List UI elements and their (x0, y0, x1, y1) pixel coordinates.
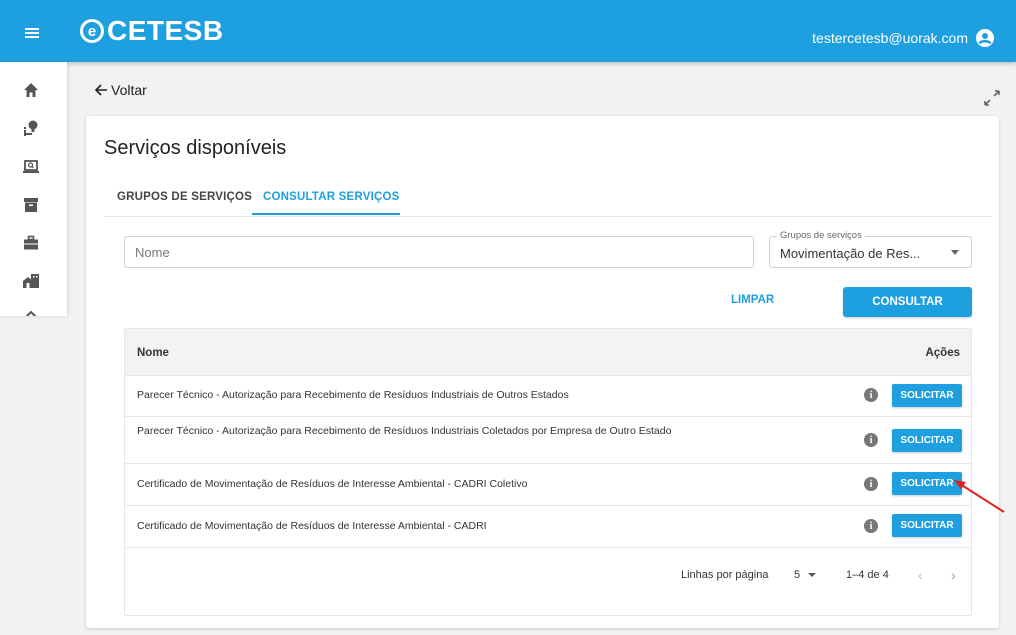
table-row: Parecer Técnico - Autorização para Receb… (125, 375, 971, 417)
groups-select[interactable]: Grupos de serviços Movimentação de Res..… (769, 230, 972, 268)
service-name: Parecer Técnico - Autorização para Receb… (137, 389, 569, 401)
tab-grupos-de-servicos[interactable]: GRUPOS DE SERVIÇOS (117, 191, 252, 203)
archive-icon[interactable] (22, 196, 40, 214)
rows-per-page-label: Linhas por página (681, 569, 769, 581)
page-title: Serviços disponíveis (104, 137, 287, 159)
back-link[interactable]: Voltar (95, 82, 147, 98)
building-icon[interactable] (22, 272, 40, 290)
column-header-actions: Ações (925, 347, 960, 359)
previous-page-icon[interactable]: ‹ (918, 567, 923, 583)
sidebar (0, 62, 67, 316)
groups-select-label: Grupos de serviços (777, 230, 865, 241)
next-page-icon[interactable]: › (951, 567, 956, 583)
pagination-range: 1–4 de 4 (846, 569, 889, 581)
column-header-name: Nome (137, 347, 169, 359)
red-arrow-annotation (954, 480, 1005, 513)
clear-button[interactable]: LIMPAR (731, 294, 774, 306)
services-table: Nome Ações Parecer Técnico - Autorização… (124, 328, 972, 616)
info-icon[interactable]: i (864, 519, 878, 533)
cetesb-logo[interactable]: e CETESB (80, 14, 224, 48)
more-menu-icon[interactable] (22, 307, 40, 316)
lightbulb-person-icon[interactable] (22, 119, 40, 137)
info-icon[interactable]: i (864, 388, 878, 402)
name-field[interactable] (124, 236, 754, 268)
info-icon[interactable]: i (864, 477, 878, 491)
name-input[interactable] (125, 237, 753, 267)
account-circle-icon[interactable] (976, 29, 994, 47)
logo-text: CETESB (107, 15, 224, 46)
logo-mark: e (80, 19, 104, 43)
briefcase-icon[interactable] (22, 234, 40, 252)
table-row: Parecer Técnico - Autorização para Receb… (125, 417, 971, 464)
service-name: Certificado de Movimentação de Resíduos … (137, 478, 528, 490)
table-header: Nome Ações (125, 329, 971, 376)
service-name: Parecer Técnico - Autorização para Receb… (137, 425, 672, 437)
rows-per-page-select[interactable]: 5 (794, 569, 800, 581)
active-tab-indicator (252, 213, 400, 215)
tab-consultar-servicos[interactable]: CONSULTAR SERVIÇOS (263, 191, 400, 203)
table-row: Certificado de Movimentação de Resíduos … (125, 506, 971, 548)
table-row: Certificado de Movimentação de Resíduos … (125, 464, 971, 506)
home-icon[interactable] (22, 81, 40, 99)
services-card: Serviços disponíveis GRUPOS DE SERVIÇOS … (86, 116, 999, 628)
request-button[interactable]: SOLICITAR (892, 429, 962, 452)
groups-select-value: Movimentação de Res... (780, 246, 921, 261)
expand-icon[interactable] (983, 89, 1001, 107)
top-app-bar: e CETESB testercetesb@uorak.com (0, 0, 1016, 62)
search-button[interactable]: CONSULTAR (843, 287, 972, 317)
chevron-down-icon[interactable] (808, 573, 816, 577)
request-button[interactable]: SOLICITAR (892, 384, 962, 407)
user-email[interactable]: testercetesb@uorak.com (812, 30, 968, 46)
laptop-search-icon[interactable] (22, 158, 40, 176)
arrow-left-icon (95, 84, 107, 96)
menu-icon[interactable] (25, 28, 39, 38)
chevron-down-icon (951, 250, 959, 255)
table-pagination: Linhas por página 5 1–4 de 4 ‹ › (125, 557, 971, 597)
service-name: Certificado de Movimentação de Resíduos … (137, 520, 487, 532)
request-button[interactable]: SOLICITAR (892, 514, 962, 537)
back-label: Voltar (111, 82, 147, 98)
tabs: GRUPOS DE SERVIÇOS CONSULTAR SERVIÇOS (104, 182, 992, 217)
info-icon[interactable]: i (864, 433, 878, 447)
